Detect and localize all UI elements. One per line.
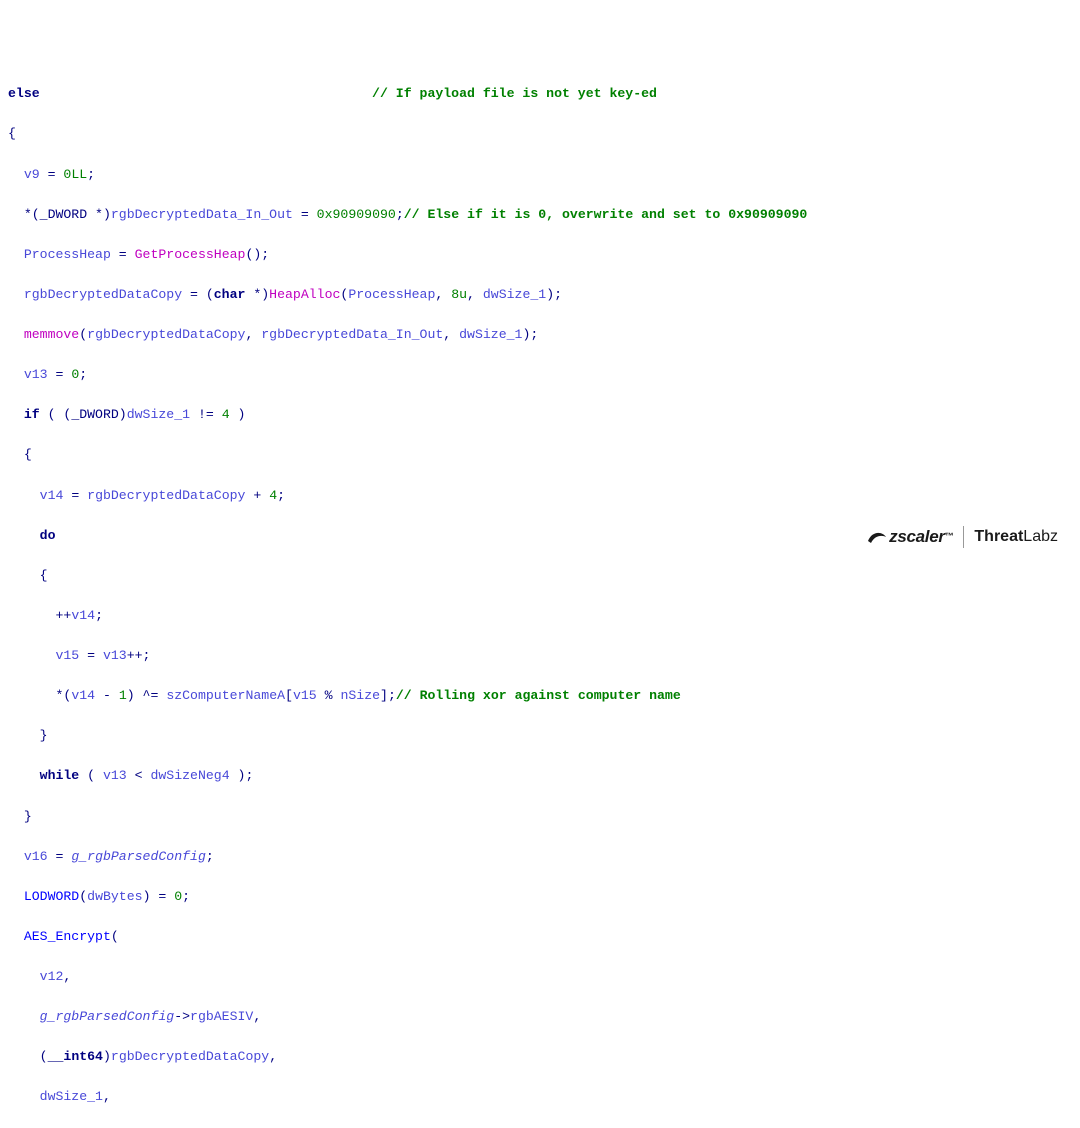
separator [963,526,964,548]
code-line: dwSize_1, [8,1087,1072,1107]
code-line: AES_Encrypt( [8,927,1072,947]
code-line: v15 = v13++; [8,646,1072,666]
comment: // Rolling xor against computer name [396,688,681,703]
code-line: if ( (_DWORD)dwSize_1 != 4 ) [8,405,1072,425]
code-line: { [8,566,1072,586]
comment: // If payload file is not yet key-ed [372,86,657,101]
code-line: ProcessHeap = GetProcessHeap(); [8,245,1072,265]
watermark: zscaler™ ThreatLabz [867,524,1058,550]
code-line: v12, [8,967,1072,987]
code-line: { [8,445,1072,465]
code-line: { [8,124,1072,144]
api-call: memmove [24,327,79,342]
code-line: } [8,726,1072,746]
comment: // Else if it is 0, overwrite and set to… [404,207,808,222]
code-line: v13 = 0; [8,365,1072,385]
code-line: *(_DWORD *)rgbDecryptedData_In_Out = 0x9… [8,205,1072,225]
code-line: } [8,807,1072,827]
code-line: else // If payload file is not yet key-e… [8,84,1072,104]
threatlabz-logo: ThreatLabz [974,525,1058,549]
code-line: v9 = 0LL; [8,165,1072,185]
api-call: HeapAlloc [269,287,340,302]
code-line: ++v14; [8,606,1072,626]
code-line: *(v14 - 1) ^= szComputerNameA[v15 % nSiz… [8,686,1072,706]
code-line: v14 = rgbDecryptedDataCopy + 4; [8,486,1072,506]
code-line: while ( v13 < dwSizeNeg4 ); [8,766,1072,786]
code-line: g_rgbParsedConfig->rgbAESIV, [8,1007,1072,1027]
zscaler-swoosh-icon [867,529,887,545]
code-line: rgbDecryptedDataCopy = (char *)HeapAlloc… [8,285,1072,305]
code-line: memmove(rgbDecryptedDataCopy, rgbDecrypt… [8,325,1072,345]
zscaler-logo: zscaler™ [867,524,953,550]
code-line: v16 = g_rgbParsedConfig; [8,847,1072,867]
code-line: (__int64)rgbDecryptedDataCopy, [8,1047,1072,1067]
code-line: LODWORD(dwBytes) = 0; [8,887,1072,907]
api-call: GetProcessHeap [135,247,246,262]
